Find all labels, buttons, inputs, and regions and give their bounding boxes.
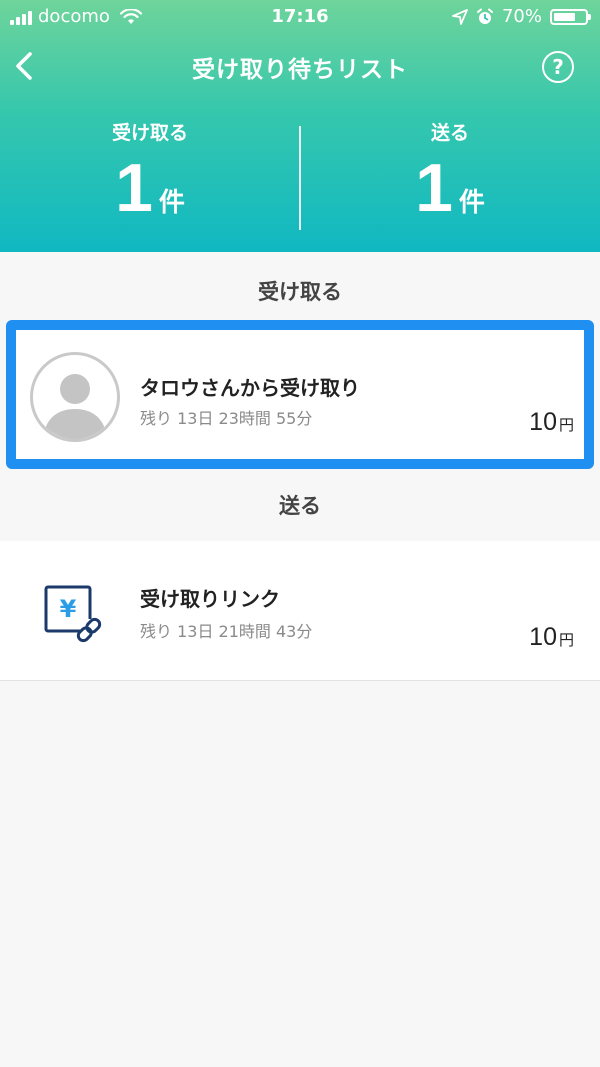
avatar-icon: [30, 352, 120, 442]
receive-section-title: 受け取る: [258, 280, 342, 304]
receive-item-title: タロウさんから受け取り: [140, 376, 360, 400]
summary-send-count: 1件: [300, 149, 600, 229]
status-bar: docomo 17:16 70%: [0, 0, 600, 34]
help-button[interactable]: ?: [542, 51, 574, 83]
summary-send-unit: 件: [458, 188, 485, 218]
send-amount-value: 10: [529, 623, 557, 651]
header: docomo 17:16 70% 受け取り待ちリスト ? 受け取る 1 件 送る…: [0, 0, 600, 252]
summary-receive-unit: 件: [158, 188, 185, 218]
receive-item-remaining: 残り 13日 23時間 55分: [140, 409, 313, 428]
page-title: 受け取り待ちリスト: [192, 57, 408, 83]
summary-receive-label: 受け取る: [111, 122, 188, 144]
receive-item-amount: 10 円: [529, 408, 574, 437]
summary-receive[interactable]: 受け取る 1件: [0, 110, 300, 229]
summary-receive-number: 1: [115, 150, 153, 226]
svg-text:¥: ¥: [60, 595, 77, 623]
summary-send-number: 1: [415, 150, 453, 226]
receive-amount-value: 10: [529, 408, 557, 436]
yen-link-icon: ¥: [44, 585, 104, 645]
summary-send-label: 送る: [430, 122, 469, 144]
send-item-amount: 10 円: [529, 623, 574, 652]
battery-icon: [550, 8, 591, 25]
summary-send[interactable]: 送る 1件: [300, 110, 600, 229]
send-item-remaining: 残り 13日 21時間 43分: [140, 622, 313, 641]
status-right: 70%: [452, 6, 591, 27]
summary-panel: 受け取る 1件 送る 1件: [0, 110, 600, 240]
alarm-icon: [476, 8, 493, 24]
location-arrow-icon: [452, 8, 468, 25]
send-list-item[interactable]: ¥ 受け取りリンク 残り 13日 21時間 43分 10 円: [0, 541, 600, 681]
send-item-title: 受け取りリンク: [140, 587, 280, 611]
send-amount-currency: 円: [558, 631, 574, 649]
send-section-title: 送る: [279, 494, 321, 518]
receive-amount-currency: 円: [558, 416, 574, 434]
battery-percent: 70%: [501, 6, 542, 27]
summary-receive-count: 1件: [0, 149, 300, 229]
receive-list-item[interactable]: タロウさんから受け取り 残り 13日 23時間 55分 10 円: [6, 320, 594, 469]
battery-fill: [554, 12, 575, 21]
